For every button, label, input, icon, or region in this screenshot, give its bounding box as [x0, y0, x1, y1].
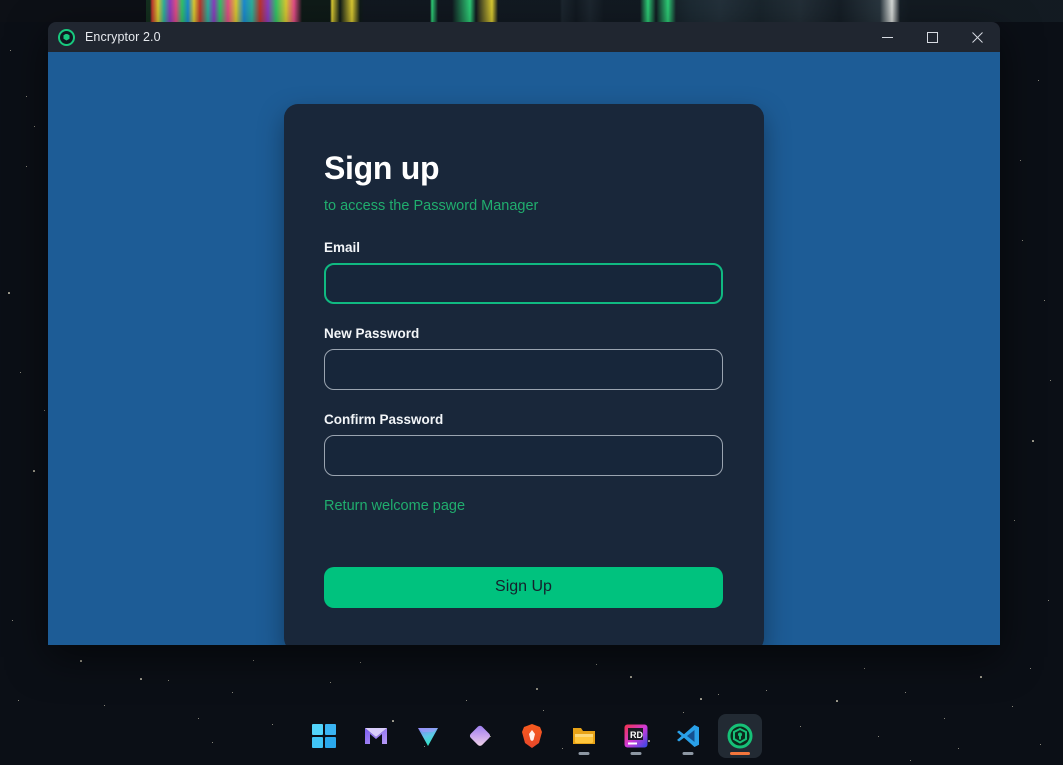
star	[18, 700, 20, 702]
star	[980, 676, 982, 678]
close-button[interactable]	[955, 22, 1000, 52]
star	[766, 690, 768, 692]
star	[168, 680, 170, 682]
vscode-icon	[676, 725, 699, 747]
star	[140, 678, 142, 680]
new-password-input[interactable]	[324, 348, 723, 390]
star	[905, 692, 907, 694]
new-password-field-group: New Password	[324, 326, 724, 390]
confirm-password-input[interactable]	[324, 434, 723, 476]
maximize-icon	[927, 31, 938, 43]
star	[12, 620, 14, 622]
star	[836, 700, 838, 702]
rider-icon: RD	[624, 724, 647, 748]
star	[253, 660, 255, 662]
signup-card: Sign up to access the Password Manager E…	[284, 104, 764, 645]
diamond-app-icon	[469, 725, 490, 746]
page-title: Sign up	[324, 150, 440, 186]
star	[596, 664, 598, 666]
star	[26, 166, 28, 168]
window-title: Encryptor 2.0	[85, 30, 161, 44]
star	[8, 292, 10, 294]
star	[44, 410, 46, 412]
star	[700, 698, 702, 700]
star	[330, 682, 332, 684]
file-explorer-icon	[572, 728, 595, 744]
svg-text:RD: RD	[630, 730, 643, 740]
star	[232, 692, 234, 694]
taskbar-item-vscode[interactable]	[666, 714, 710, 758]
window-controls	[865, 22, 1000, 52]
minimize-button[interactable]	[865, 22, 910, 52]
star	[718, 694, 720, 696]
star	[1014, 520, 1016, 522]
window-titlebar[interactable]: Encryptor 2.0	[48, 22, 1000, 52]
star	[360, 662, 362, 664]
taskbar-item-brave[interactable]	[510, 714, 554, 758]
taskbar-item-triangle-app[interactable]	[406, 714, 450, 758]
running-indicator	[630, 752, 641, 755]
signup-button[interactable]: Sign Up	[324, 566, 723, 608]
return-welcome-page-link[interactable]: Return welcome page	[324, 498, 465, 514]
star	[34, 126, 36, 128]
star	[1050, 380, 1052, 382]
star	[80, 660, 82, 662]
taskbar: RD	[0, 707, 1063, 765]
star	[536, 688, 538, 690]
desktop: Encryptor 2.0 Sign up to access the Pass…	[0, 0, 1063, 765]
minimize-icon	[882, 36, 893, 38]
star	[26, 96, 28, 98]
taskbar-item-start[interactable]	[302, 714, 346, 758]
star	[33, 470, 35, 472]
maximize-button[interactable]	[910, 22, 955, 52]
taskbar-item-file-explorer[interactable]	[562, 714, 606, 758]
taskbar-item-diamond-app[interactable]	[458, 714, 502, 758]
close-icon	[972, 31, 983, 43]
window-content: Sign up to access the Password Manager E…	[48, 52, 1000, 645]
email-input[interactable]	[324, 262, 723, 304]
new-password-label: New Password	[324, 325, 420, 341]
star	[1038, 80, 1040, 82]
running-indicator	[682, 752, 693, 755]
star	[1032, 440, 1034, 442]
star	[864, 668, 866, 670]
star	[1020, 160, 1022, 162]
mail-icon	[364, 728, 387, 744]
confirm-password-label: Confirm Password	[324, 411, 444, 427]
star	[1030, 668, 1032, 670]
application-window: Encryptor 2.0 Sign up to access the Pass…	[48, 22, 1000, 645]
taskbar-item-rider[interactable]: RD	[614, 714, 658, 758]
desktop-wallpaper	[0, 0, 1063, 22]
encryptor-shield-icon	[58, 28, 75, 46]
triangle-app-icon	[417, 728, 438, 746]
star	[10, 50, 12, 52]
confirm-password-field-group: Confirm Password	[324, 412, 724, 476]
taskbar-item-encryptor[interactable]	[717, 714, 762, 758]
active-indicator	[729, 752, 750, 755]
star	[1044, 300, 1046, 302]
taskbar-item-mail[interactable]	[354, 714, 398, 758]
star	[466, 700, 468, 702]
running-indicator	[578, 752, 589, 755]
brave-browser-icon	[521, 724, 542, 748]
star	[20, 372, 22, 374]
encryptor-icon	[727, 723, 752, 749]
star	[1048, 600, 1050, 602]
windows-start-icon	[311, 724, 336, 748]
email-field-group: Email	[324, 240, 724, 304]
page-subtitle: to access the Password Manager	[324, 197, 539, 214]
star	[1022, 240, 1024, 242]
email-label: Email	[324, 239, 361, 255]
star	[630, 676, 632, 678]
